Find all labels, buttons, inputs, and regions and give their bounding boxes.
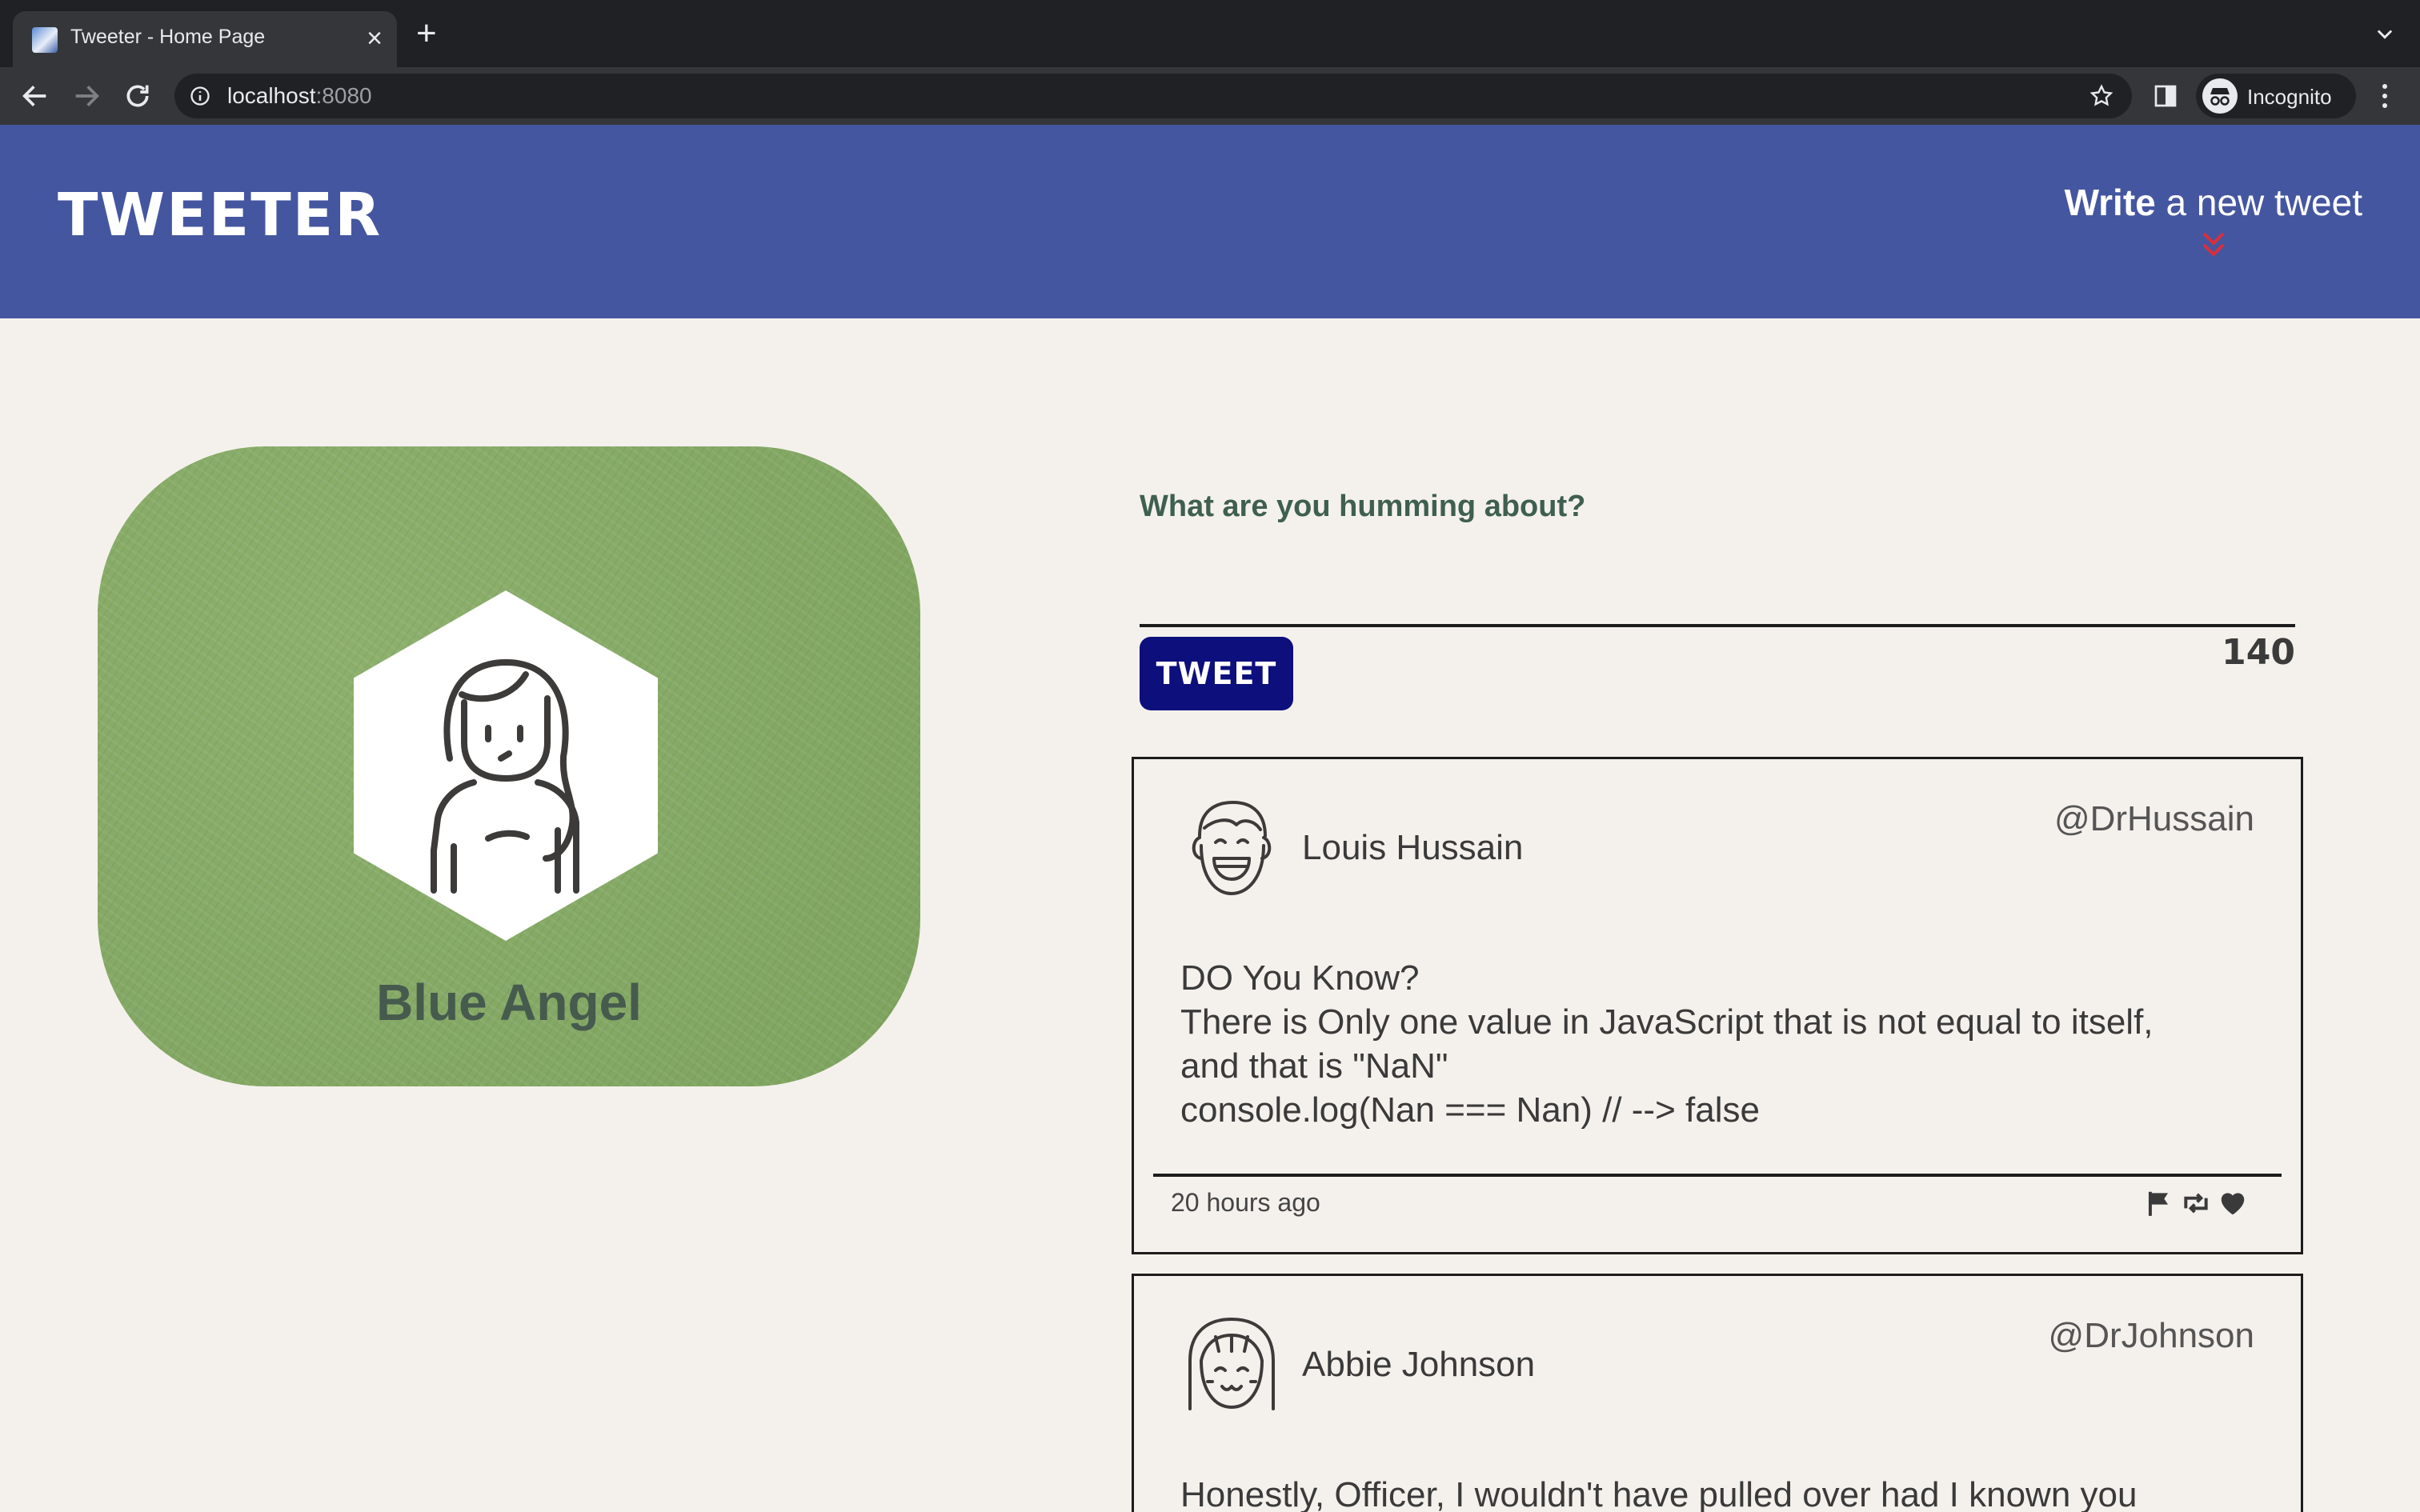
url-text: localhost:8080 <box>227 83 372 109</box>
tweet-body: Honestly, Officer, I wouldn't have pulle… <box>1180 1473 2221 1512</box>
tweet-body: DO You Know? There is Only one value in … <box>1180 956 2221 1132</box>
forward-arrow-icon[interactable] <box>70 80 102 112</box>
tweet-card: Abbie Johnson @DrJohnson Honestly, Offic… <box>1132 1274 2303 1512</box>
tweet-author-handle: @DrJohnson <box>2048 1316 2254 1355</box>
incognito-icon <box>2202 78 2238 114</box>
browser-tab[interactable]: Tweeter - Home Page × <box>13 11 397 67</box>
site-logo[interactable]: TWEETER <box>58 181 382 250</box>
smiling-boy-avatar-icon <box>1192 801 1272 895</box>
double-chevron-down-icon[interactable] <box>2198 229 2230 261</box>
tweet-author-name: Abbie Johnson <box>1302 1345 1536 1384</box>
compose-rest: a new tweet <box>2155 182 2363 223</box>
tweet-line: Honestly, Officer, I wouldn't have pulle… <box>1180 1475 2138 1512</box>
site-header: TWEETER Write a new tweet <box>0 125 2420 318</box>
flag-icon[interactable] <box>2144 1188 2174 1218</box>
avatar-hexagon <box>354 590 658 941</box>
char-counter: 140 <box>2222 632 2295 673</box>
tweet-submit-button[interactable]: TWEET <box>1140 637 1293 710</box>
back-arrow-icon[interactable] <box>19 80 51 112</box>
write-new-tweet-toggle[interactable]: Write a new tweet <box>2065 181 2362 261</box>
new-tab-icon[interactable]: + <box>416 16 437 51</box>
incognito-label: Incognito <box>2247 85 2332 109</box>
retweet-icon[interactable] <box>2181 1188 2211 1218</box>
profile-name: Blue Angel <box>376 974 642 1031</box>
tweet-prompt: What are you humming about? <box>1140 490 1586 523</box>
compose-strong: Write <box>2064 182 2156 223</box>
close-tab-icon[interactable]: × <box>367 22 383 54</box>
tab-title: Tweeter - Home Page <box>70 26 266 48</box>
tweet-author-handle: @DrHussain <box>2053 799 2254 838</box>
profile-card: Blue Angel <box>98 446 920 1086</box>
tweet-line: and that is "NaN" <box>1180 1046 1448 1086</box>
reload-icon[interactable] <box>122 80 154 112</box>
url-port: :8080 <box>315 83 372 108</box>
new-tweet-form: What are you humming about? TWEET 140 <box>1140 480 2295 720</box>
incognito-badge[interactable]: Incognito <box>2196 74 2356 118</box>
tweet-actions <box>2144 1188 2248 1218</box>
write-new-tweet-label: Write a new tweet <box>2065 181 2362 224</box>
info-icon[interactable] <box>189 85 211 107</box>
tweet-text-input[interactable] <box>1140 560 2295 627</box>
side-panel-icon[interactable] <box>2153 83 2178 109</box>
tweet-line: DO You Know? <box>1180 958 1420 998</box>
heart-icon[interactable] <box>2218 1188 2248 1218</box>
girl-bangs-avatar-icon <box>1188 1318 1275 1410</box>
girl-avatar-icon <box>431 659 579 894</box>
tweet-card: Louis Hussain @DrHussain DO You Know? Th… <box>1132 757 2303 1254</box>
favicon-icon <box>32 27 58 53</box>
url-host: localhost <box>227 83 316 108</box>
tweet-timestamp: 20 hours ago <box>1171 1188 1320 1217</box>
tweet-line: console.log(Nan === Nan) // --> false <box>1180 1090 1760 1130</box>
browser-toolbar: localhost:8080 Incognito <box>0 67 2420 125</box>
tweet-line: There is Only one value in JavaScript th… <box>1180 1002 2154 1042</box>
tweet-divider <box>1153 1174 2282 1177</box>
kebab-menu-icon[interactable] <box>2375 80 2394 112</box>
star-icon[interactable] <box>2089 83 2114 109</box>
chevron-down-icon[interactable] <box>2374 22 2396 45</box>
browser-tabstrip: Tweeter - Home Page × + <box>0 0 2420 67</box>
tweet-author-name: Louis Hussain <box>1302 828 1524 867</box>
address-bar[interactable]: localhost:8080 <box>174 74 2132 118</box>
